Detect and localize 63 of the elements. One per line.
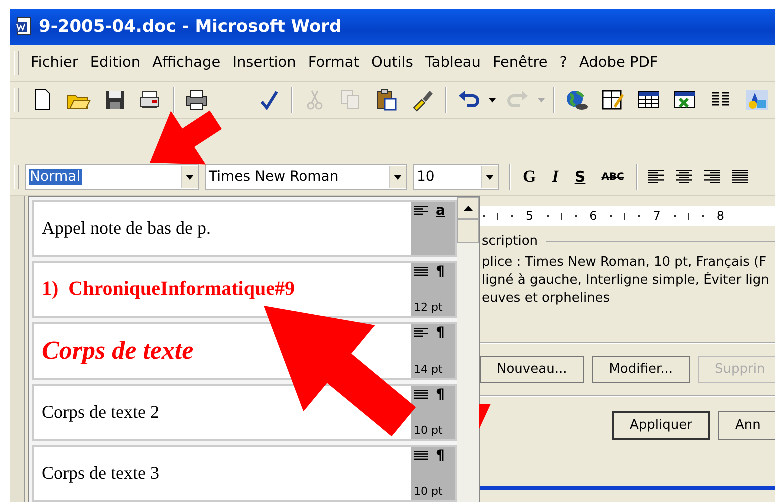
caret-icon xyxy=(186,174,194,180)
up-arrow-icon xyxy=(464,206,472,210)
bold-button[interactable]: G xyxy=(515,167,544,187)
italic-button[interactable]: I xyxy=(544,167,567,187)
font-size-label: 14 pt xyxy=(414,362,444,376)
style-dropdown[interactable]: Normal xyxy=(25,164,199,190)
menu-item[interactable]: Format xyxy=(302,55,366,71)
caret-icon[interactable] xyxy=(488,98,496,102)
style-name: Corps de texte 3 xyxy=(42,462,160,484)
style-type-mark: a xyxy=(436,205,446,217)
align-center-icon[interactable] xyxy=(675,170,694,184)
group-heading: scription xyxy=(482,234,538,249)
dialog-button[interactable]: Ann xyxy=(718,411,775,440)
style-type-mark: ¶ xyxy=(436,327,445,340)
scroll-thumb[interactable] xyxy=(457,219,479,243)
ruler-number: 8 xyxy=(716,209,725,223)
caret-icon xyxy=(394,174,402,180)
action-button[interactable]: Modifier... xyxy=(592,356,690,383)
ruler-number: 6 xyxy=(590,209,598,223)
description-text: plice : Times New Roman, 10 pt, Français (F xyxy=(482,254,768,272)
style-name: 1) ChroniqueInformatique#9 xyxy=(42,278,295,302)
font-dropdown[interactable]: Times New Roman xyxy=(205,164,407,190)
scrollbar[interactable] xyxy=(457,197,479,502)
document-icon xyxy=(15,17,33,37)
menu-item[interactable]: Adobe PDF xyxy=(574,55,664,71)
ruler-number: 7 xyxy=(653,209,661,223)
menu-item[interactable]: Tableau xyxy=(419,55,487,71)
align-justify-icon[interactable] xyxy=(731,170,750,184)
style-type-mark: ¶ xyxy=(436,450,445,462)
style-type-mark: ¶ xyxy=(436,266,445,278)
style-name: Appel note de bas de p. xyxy=(42,218,211,240)
font-size-label: 12 pt xyxy=(414,301,444,314)
underline-button[interactable]: S xyxy=(566,168,594,186)
ruler-ticks xyxy=(480,212,516,220)
pointer-arrow xyxy=(479,404,491,430)
pointer-arrow xyxy=(150,110,222,165)
window-title: 9-2005-04.doc - Microsoft Word xyxy=(39,17,342,37)
menu-item[interactable]: Fichier xyxy=(25,55,84,71)
font-size-label: 10 pt xyxy=(414,424,444,437)
style-name: Corps de texte xyxy=(42,336,194,366)
menu-item[interactable]: Fenêtre xyxy=(486,55,554,71)
style-list-item[interactable]: 1) ChroniqueInformatique#9 ¶ 12 pt xyxy=(32,261,457,318)
menu-item[interactable]: Edition xyxy=(84,55,147,71)
style-value: Normal xyxy=(29,169,82,185)
description-text: euves et orphelines xyxy=(482,290,612,308)
ruler-number: 5 xyxy=(526,209,534,223)
font-size-label: 10 pt xyxy=(414,485,444,498)
action-button[interactable]: Nouveau... xyxy=(480,356,584,383)
dialog-button[interactable]: Appliquer xyxy=(612,411,710,440)
style-list-item[interactable]: Corps de texte 3 ¶ 10 pt xyxy=(32,444,457,502)
align-right-icon[interactable] xyxy=(703,170,722,184)
size-dropdown[interactable]: 10 xyxy=(413,164,499,190)
menu-item[interactable]: Outils xyxy=(365,55,420,71)
style-type-mark: ¶ xyxy=(436,388,445,401)
description-text: ligné à gauche, Interligne simple, Éviter lign xyxy=(482,272,770,290)
style-list-item[interactable]: Appel note de bas de p. a xyxy=(32,200,457,258)
menu-item[interactable]: ? xyxy=(554,55,574,71)
menu-item[interactable]: Insertion xyxy=(226,55,302,71)
align-left-icon[interactable] xyxy=(647,170,666,184)
caret-icon xyxy=(486,174,494,180)
strike-button[interactable]: ABC xyxy=(594,172,632,182)
style-name: Corps de texte 2 xyxy=(42,402,160,423)
menu-item[interactable]: Affichage xyxy=(146,55,227,71)
